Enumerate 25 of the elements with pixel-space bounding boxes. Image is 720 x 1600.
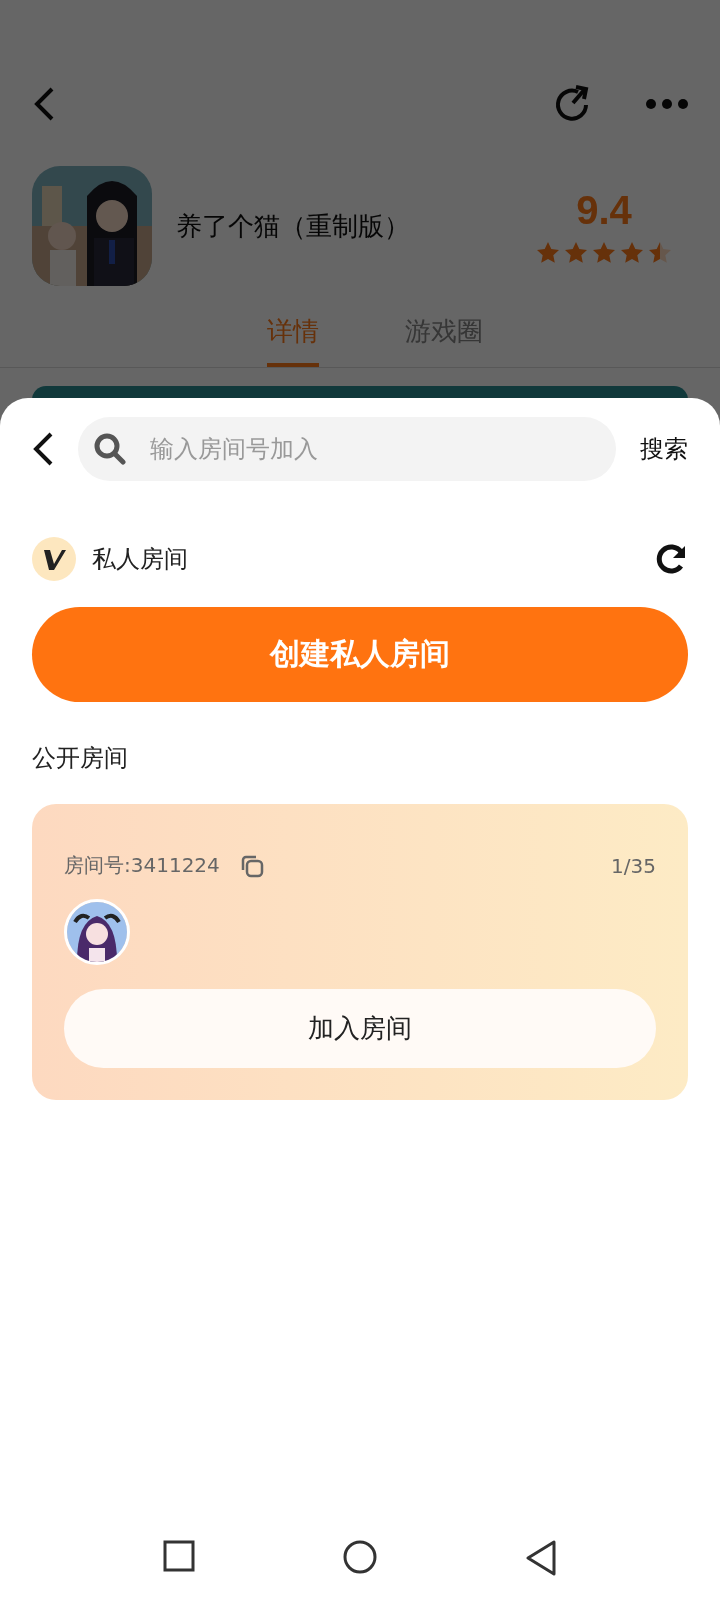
join-room-button[interactable]: 加入房间 bbox=[64, 989, 656, 1068]
game-title: 养了个猫（重制版） bbox=[176, 209, 411, 243]
back-icon[interactable] bbox=[32, 432, 54, 466]
rating-score: 9.4 bbox=[576, 187, 632, 233]
search-button[interactable]: 搜索 bbox=[640, 433, 688, 465]
v-badge-icon bbox=[32, 537, 76, 581]
star-icon bbox=[648, 240, 672, 265]
private-room-label: 私人房间 bbox=[92, 544, 189, 575]
refresh-icon[interactable] bbox=[654, 542, 688, 576]
copy-icon[interactable] bbox=[239, 853, 264, 878]
room-number: 房间号:3411224 bbox=[64, 852, 220, 879]
star-icon bbox=[536, 240, 560, 265]
search-icon bbox=[94, 433, 126, 465]
search-field[interactable]: 输入房间号加入 bbox=[78, 417, 616, 481]
more-icon[interactable] bbox=[646, 99, 688, 109]
player-count: 1/35 bbox=[611, 853, 656, 878]
star-icon bbox=[564, 240, 588, 265]
create-room-button[interactable]: 创建私人房间 bbox=[32, 607, 688, 702]
star-icon bbox=[620, 240, 644, 265]
circle-icon[interactable] bbox=[343, 1540, 377, 1574]
square-icon[interactable] bbox=[163, 1540, 195, 1572]
star-icon bbox=[592, 240, 616, 265]
section-title: 公开房间 bbox=[32, 743, 129, 774]
back-triangle-icon[interactable] bbox=[525, 1540, 557, 1576]
tab[interactable]: 详情 bbox=[267, 314, 319, 367]
